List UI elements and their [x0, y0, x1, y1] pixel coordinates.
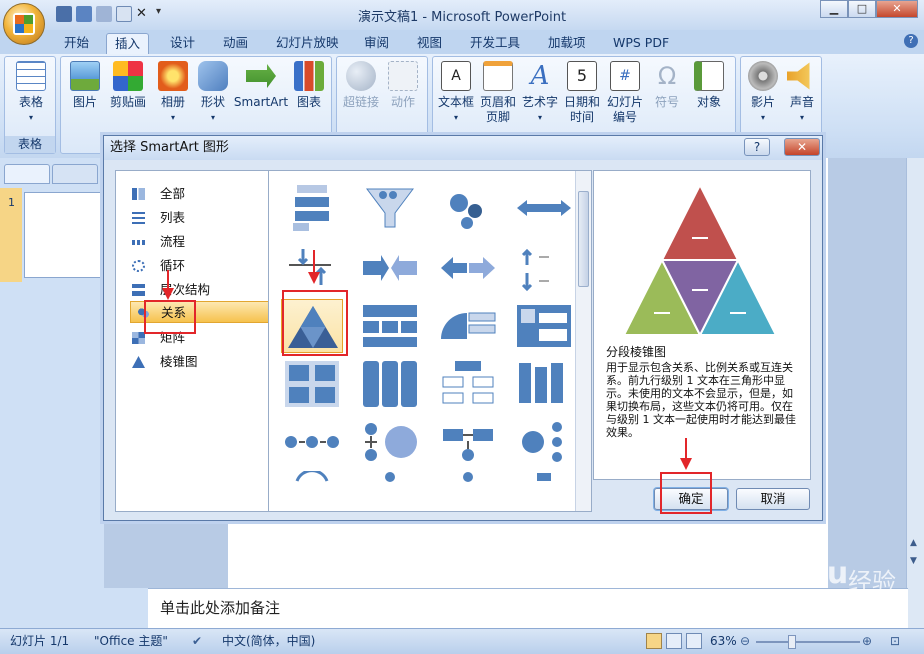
office-button[interactable] — [3, 3, 45, 45]
arrow-to-ok-icon — [680, 438, 692, 470]
office-logo-icon — [13, 13, 35, 35]
arrow-to-layout-icon — [308, 250, 320, 284]
watermark-url: jingyan.baidu.com — [762, 598, 864, 611]
watermark-brand-part2: du — [805, 556, 849, 591]
arrow-to-category-icon — [162, 270, 174, 300]
watermark-brand: Bai du — [726, 556, 848, 591]
watermark-brand-part1: Bai — [726, 556, 780, 591]
paw-icon — [779, 560, 806, 586]
watermark-cn: 经验 — [848, 568, 896, 596]
baidu-jingyan-watermark: Bai du 经验 jingyan.baidu.com — [726, 554, 916, 624]
